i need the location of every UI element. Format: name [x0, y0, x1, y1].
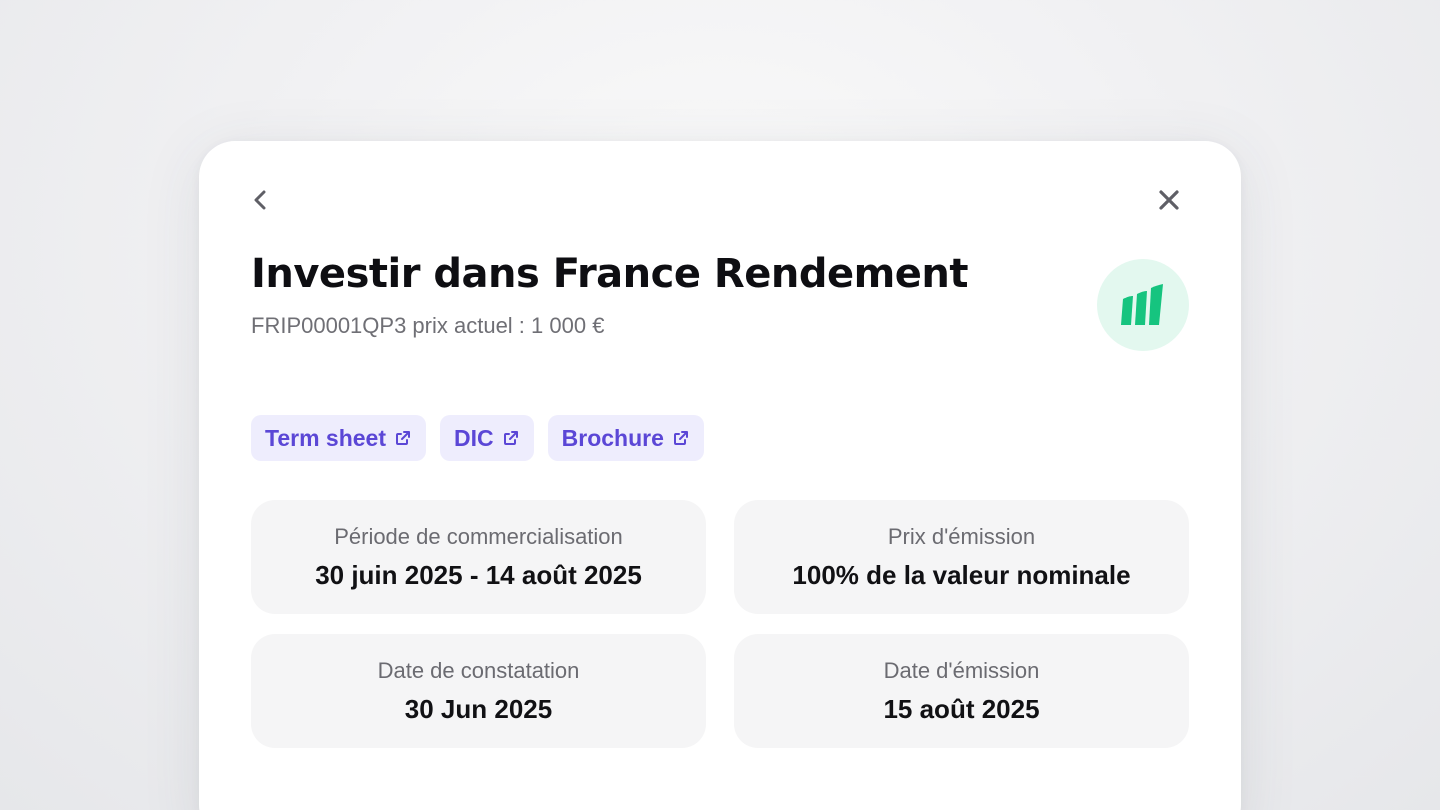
external-link-icon — [503, 431, 518, 445]
observation-date-card: Date de constatation 30 Jun 2025 — [251, 634, 706, 748]
doc-link-label: Term sheet — [265, 424, 387, 451]
card-label: Date d'émission — [883, 657, 1040, 683]
dic-link[interactable]: DIC — [440, 415, 534, 461]
chevron-left-icon — [254, 190, 266, 210]
card-value: 100% de la valeur nominale — [792, 559, 1131, 590]
detail-cards: Période de commercialisation 30 juin 202… — [251, 500, 1189, 748]
card-label: Date de constatation — [377, 657, 580, 683]
investment-modal: Investir dans France Rendement FRIP00001… — [199, 141, 1241, 810]
back-button[interactable] — [241, 180, 281, 220]
isin-price-subtitle: FRIP00001QP3 prix actuel : 1 000 € — [251, 313, 605, 338]
external-link-icon — [673, 431, 688, 445]
card-value: 15 août 2025 — [883, 693, 1040, 724]
card-value: 30 Jun 2025 — [404, 693, 553, 724]
close-icon — [1159, 190, 1179, 210]
card-label: Prix d'émission — [887, 523, 1036, 549]
doc-link-label: Brochure — [561, 424, 664, 451]
close-button[interactable] — [1149, 180, 1189, 220]
brand-logo — [1097, 259, 1189, 351]
brand-logo-icon — [1121, 284, 1163, 325]
commercialisation-period-card: Période de commercialisation 30 juin 202… — [251, 500, 706, 614]
issue-price-card: Prix d'émission 100% de la valeur nomina… — [734, 500, 1189, 614]
card-value: 30 juin 2025 - 14 août 2025 — [315, 559, 642, 590]
card-label: Période de commercialisation — [334, 523, 623, 549]
issue-date-card: Date d'émission 15 août 2025 — [734, 634, 1189, 748]
term-sheet-link[interactable]: Term sheet — [251, 415, 427, 461]
page-title: Investir dans France Rendement — [251, 251, 969, 297]
brochure-link[interactable]: Brochure — [547, 415, 704, 461]
document-links: Term sheet DIC Brochure — [251, 415, 704, 461]
external-link-icon — [396, 431, 411, 445]
doc-link-label: DIC — [454, 424, 494, 451]
